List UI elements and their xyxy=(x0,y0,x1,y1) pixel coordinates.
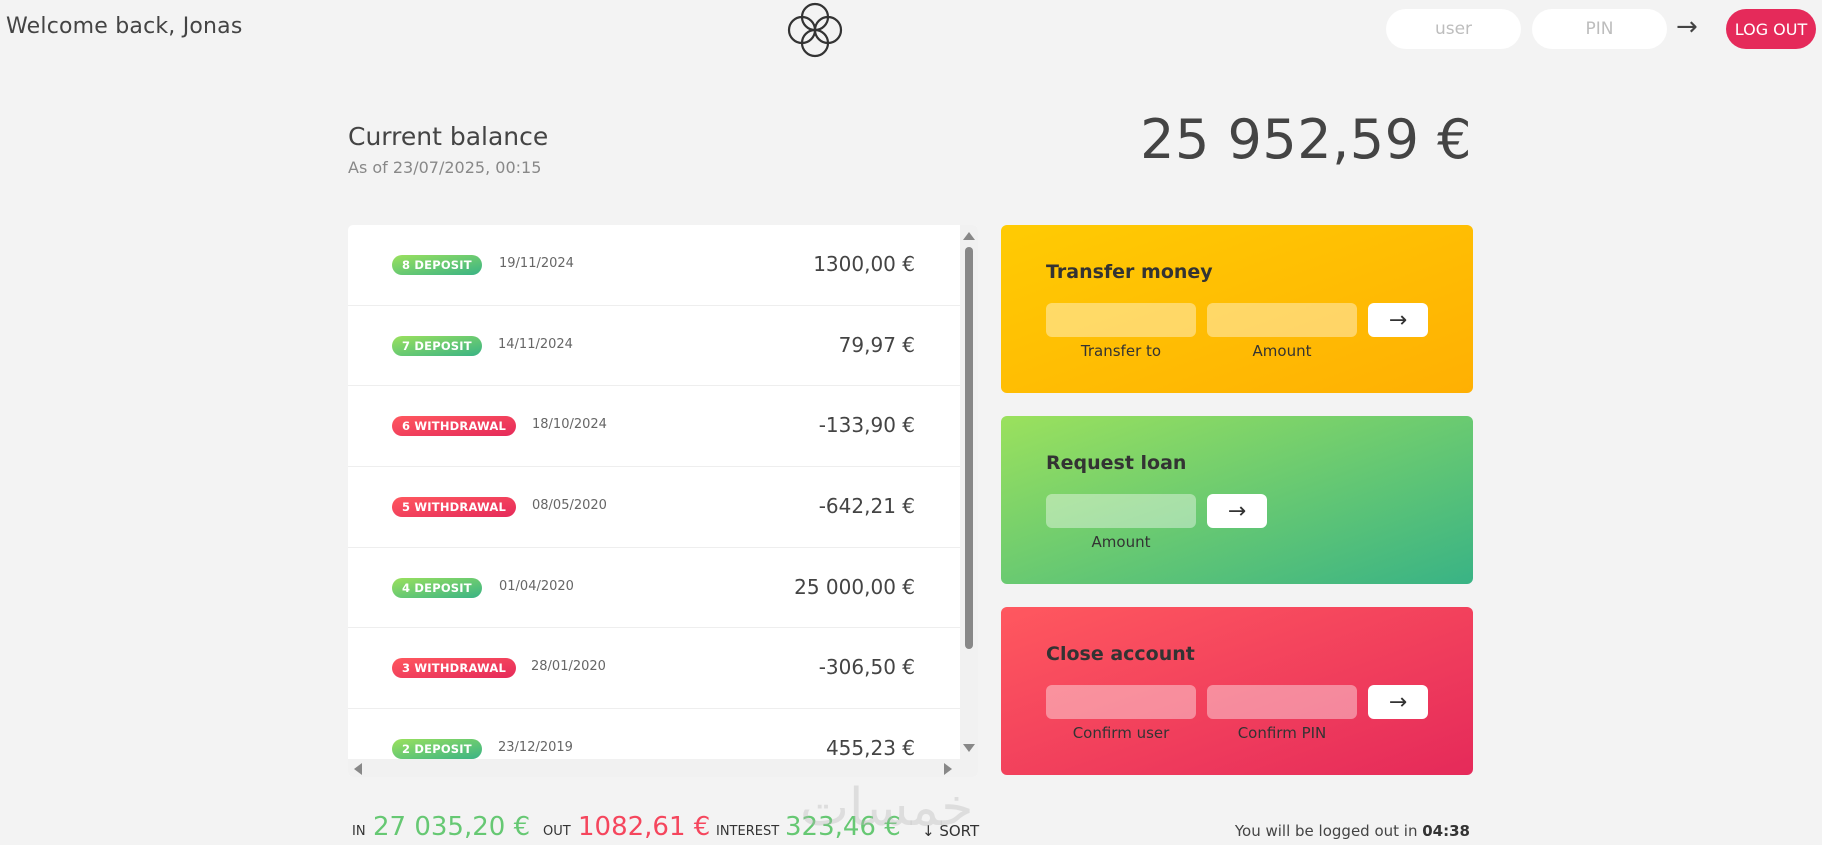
movement-row: 7 DEPOSIT 14/11/2024 79,97 € xyxy=(348,306,960,387)
transfer-panel: Transfer money → Transfer to Amount xyxy=(1001,225,1473,393)
login-submit-button[interactable]: → xyxy=(1676,12,1698,42)
close-account-title: Close account xyxy=(1046,643,1195,665)
close-pin-label: Confirm PIN xyxy=(1237,724,1327,742)
movement-date: 18/10/2024 xyxy=(532,417,607,433)
summary-out-label: Out xyxy=(543,824,571,839)
transfer-amount-label: Amount xyxy=(1252,342,1312,360)
scroll-up-arrow-icon[interactable] xyxy=(963,232,975,240)
logout-timer: You will be logged out in 04:38 xyxy=(1235,822,1470,840)
balance-date: As of 23/07/2025, 00:15 xyxy=(348,158,542,177)
balance-value: 25 952,59 € xyxy=(1140,108,1472,171)
transfer-amount-input[interactable] xyxy=(1207,303,1357,337)
movement-type-badge: 2 DEPOSIT xyxy=(392,739,482,759)
movement-value: 1300,00 € xyxy=(813,252,915,276)
close-pin-input[interactable] xyxy=(1207,685,1357,719)
summary-interest-label: Interest xyxy=(716,824,780,839)
movement-type-badge: 4 DEPOSIT xyxy=(392,577,482,598)
summary-in-label: In xyxy=(352,824,366,839)
movement-date: 23/12/2019 xyxy=(498,740,573,756)
movement-value: -642,21 € xyxy=(818,494,915,519)
movement-date: 14/11/2024 xyxy=(498,336,573,352)
loan-title: Request loan xyxy=(1046,452,1187,474)
summary-in-value: 27 035,20 € xyxy=(373,812,531,842)
transfer-submit-button[interactable]: → xyxy=(1368,303,1428,337)
loan-amount-input[interactable] xyxy=(1046,494,1196,528)
login-user-input[interactable] xyxy=(1386,9,1521,49)
movement-row: 3 WITHDRAWAL 28/01/2020 -306,50 € xyxy=(348,628,960,710)
app-logo-icon xyxy=(787,2,843,58)
vertical-scrollbar[interactable] xyxy=(960,225,978,759)
movement-row: 5 WITHDRAWAL 08/05/2020 -642,21 € xyxy=(348,467,960,548)
movement-date: 01/04/2020 xyxy=(499,578,574,594)
movement-row: 2 DEPOSIT 23/12/2019 455,23 € xyxy=(348,709,960,759)
logout-button[interactable]: LOG OUT xyxy=(1726,9,1816,49)
scroll-left-arrow-icon[interactable] xyxy=(354,763,362,775)
movement-date: 08/05/2020 xyxy=(532,498,607,514)
transfer-to-label: Transfer to xyxy=(1080,342,1162,360)
movement-type-badge: 8 DEPOSIT xyxy=(392,255,482,275)
movement-type-badge: 3 WITHDRAWAL xyxy=(392,658,517,679)
movement-value: 79,97 € xyxy=(838,332,915,357)
close-user-label: Confirm user xyxy=(1072,724,1170,742)
close-submit-button[interactable]: → xyxy=(1368,685,1428,719)
logout-timer-value: 04:38 xyxy=(1422,822,1470,840)
login-pin-input[interactable] xyxy=(1532,9,1667,49)
movement-value: -306,50 € xyxy=(818,655,915,680)
movements-panel: 8 DEPOSIT 19/11/2024 1300,00 € 7 DEPOSIT… xyxy=(348,225,978,777)
scroll-down-arrow-icon[interactable] xyxy=(963,744,975,752)
watermark: خمسات xyxy=(800,778,974,838)
movement-type-badge: 6 WITHDRAWAL xyxy=(392,416,517,437)
logout-timer-prefix: You will be logged out in xyxy=(1234,822,1423,840)
movement-row: 4 DEPOSIT 01/04/2020 25 000,00 € xyxy=(348,548,960,629)
movement-value: -133,90 € xyxy=(818,413,915,438)
transfer-title: Transfer money xyxy=(1046,261,1213,283)
movement-date: 28/01/2020 xyxy=(531,659,606,675)
movement-date: 19/11/2024 xyxy=(499,256,574,271)
movement-row: 6 WITHDRAWAL 18/10/2024 -133,90 € xyxy=(348,386,960,468)
transfer-to-input[interactable] xyxy=(1046,303,1196,337)
close-user-input[interactable] xyxy=(1046,685,1196,719)
horizontal-scrollbar[interactable] xyxy=(348,759,978,777)
loan-submit-button[interactable]: → xyxy=(1207,494,1267,528)
welcome-message: Welcome back, Jonas xyxy=(6,14,243,39)
movement-row: 8 DEPOSIT 19/11/2024 1300,00 € xyxy=(348,225,960,306)
vertical-scrollbar-thumb[interactable] xyxy=(965,247,973,649)
movements-list: 8 DEPOSIT 19/11/2024 1300,00 € 7 DEPOSIT… xyxy=(348,225,960,759)
top-nav: Welcome back, Jonas → LOG OUT xyxy=(0,0,1822,62)
summary-out-value: 1082,61 € xyxy=(578,812,711,842)
movement-type-badge: 5 WITHDRAWAL xyxy=(392,497,517,518)
scroll-right-arrow-icon[interactable] xyxy=(944,763,952,775)
loan-amount-label: Amount xyxy=(1091,533,1151,551)
loan-panel: Request loan → Amount xyxy=(1001,416,1473,584)
movement-value: 455,23 € xyxy=(825,736,915,759)
movement-value: 25 000,00 € xyxy=(794,574,915,599)
balance-title: Current balance xyxy=(348,122,549,151)
movement-type-badge: 7 DEPOSIT xyxy=(392,335,482,356)
close-account-panel: Close account → Confirm user Confirm PIN xyxy=(1001,607,1473,775)
